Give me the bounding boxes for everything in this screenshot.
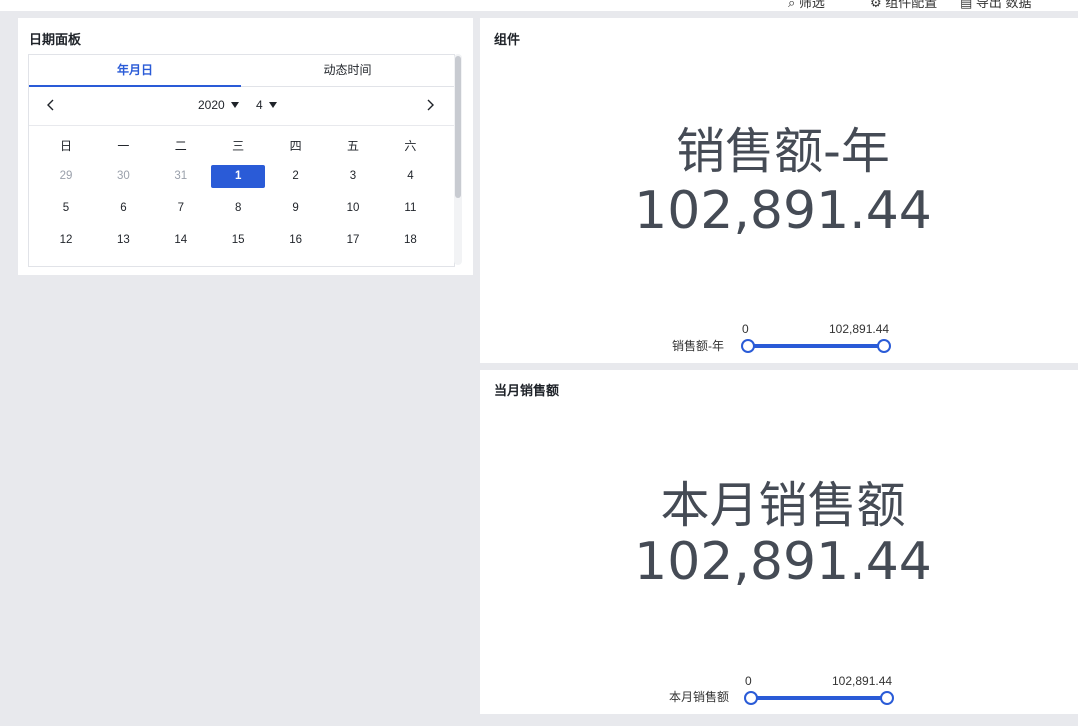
calendar-day[interactable]: 8 [211,197,265,220]
slider-title: 本月销售额 [669,690,730,704]
calendar-day[interactable]: 30 [96,165,150,188]
calendar-nav: 2020 4 [29,87,454,126]
calendar-tabs: 年月日 动态时间 [29,55,454,87]
kpi-year-value: 102,891.44 [634,181,932,241]
calendar-day[interactable]: 9 [269,197,323,220]
date-panel: 日期面板 年月日 动态时间 2020 4 日一二三四五六 29 30 31 1 2 3 4 5 6… [18,18,473,275]
chevron-left-icon[interactable] [43,97,59,113]
kpi-month-label: 本月销售额 [660,477,906,534]
calendar-day[interactable]: 14 [154,229,208,252]
kpi-month-panel: 当月销售额 本月销售额 102,891.44 本月销售额 0 102,891.4… [480,370,1078,714]
month-select[interactable]: 4 [256,98,277,112]
slider-max-label: 102,891.44 [829,322,890,336]
slider-min-label: 0 [742,322,749,336]
year-select[interactable]: 2020 [198,98,239,112]
slider-title: 销售额-年 [672,339,724,353]
widget-config-button[interactable]: ⚙ 组件配置 [870,0,937,11]
calendar-day[interactable]: 5 [39,197,93,220]
slider-handle-max[interactable] [880,691,894,705]
slider-min-label: 0 [745,674,752,688]
top-toolbar: ⌕ 筛选 ⚙ 组件配置 ▤ 导出 数据 [0,0,1078,11]
weekday-header: 三 [232,139,245,153]
tab-dynamic-time[interactable]: 动态时间 [241,55,454,86]
chevron-right-icon[interactable] [422,97,438,113]
calendar-day-selected[interactable]: 1 [211,165,266,188]
slider-handle-max[interactable] [877,339,891,353]
calendar-day[interactable]: 10 [326,197,380,220]
slider-track [751,696,887,700]
calendar-day[interactable]: 13 [96,229,150,252]
kpi-month-value: 102,891.44 [634,532,932,592]
weekday-header: 二 [174,139,187,153]
caret-down-icon [230,102,239,108]
scrollbar[interactable] [454,54,462,265]
calendar-day[interactable]: 3 [326,165,380,188]
calendar-day[interactable]: 29 [39,165,93,188]
calendar-day[interactable]: 11 [383,197,437,220]
slider-max-label: 102,891.44 [832,674,893,688]
slider-handle-min[interactable] [741,339,755,353]
calendar-day[interactable]: 4 [383,165,437,188]
calendar-day[interactable]: 7 [154,197,208,220]
calendar-day[interactable]: 2 [269,165,323,188]
filter-button[interactable]: ⌕ 筛选 [788,0,825,11]
weekday-header: 五 [346,139,359,153]
slider-track [748,344,884,348]
kpi-month-title: 当月销售额 [494,383,560,398]
weekday-header: 一 [117,139,130,153]
kpi-year-title: 组件 [494,32,521,47]
calendar-day[interactable]: 17 [326,229,380,252]
weekday-header: 四 [289,139,302,153]
date-panel-title: 日期面板 [29,32,82,47]
caret-down-icon [268,102,277,108]
calendar-day[interactable]: 31 [154,165,208,188]
kpi-year-panel: 组件 销售额-年 102,891.44 销售额-年 0 102,891.44 [480,18,1078,363]
calendar-day[interactable]: 15 [211,229,265,252]
slider-handle-min[interactable] [744,691,758,705]
calendar-day[interactable]: 18 [383,229,437,252]
calendar: 年月日 动态时间 2020 4 日一二三四五六 29 30 31 1 2 3 4 5 6 7 8 9 10… [28,54,455,267]
month-value: 4 [256,98,263,112]
kpi-year-label: 销售额-年 [676,123,890,180]
weekday-header: 日 [59,139,72,153]
export-data-button[interactable]: ▤ 导出 数据 [960,0,1032,11]
year-value: 2020 [198,98,225,112]
tab-year-month-day[interactable]: 年月日 [29,55,241,87]
calendar-day[interactable]: 6 [96,197,150,220]
calendar-day[interactable]: 12 [39,229,93,252]
scrollbar-thumb[interactable] [455,56,461,198]
weekday-header: 六 [404,139,417,153]
calendar-day[interactable]: 16 [269,229,323,252]
